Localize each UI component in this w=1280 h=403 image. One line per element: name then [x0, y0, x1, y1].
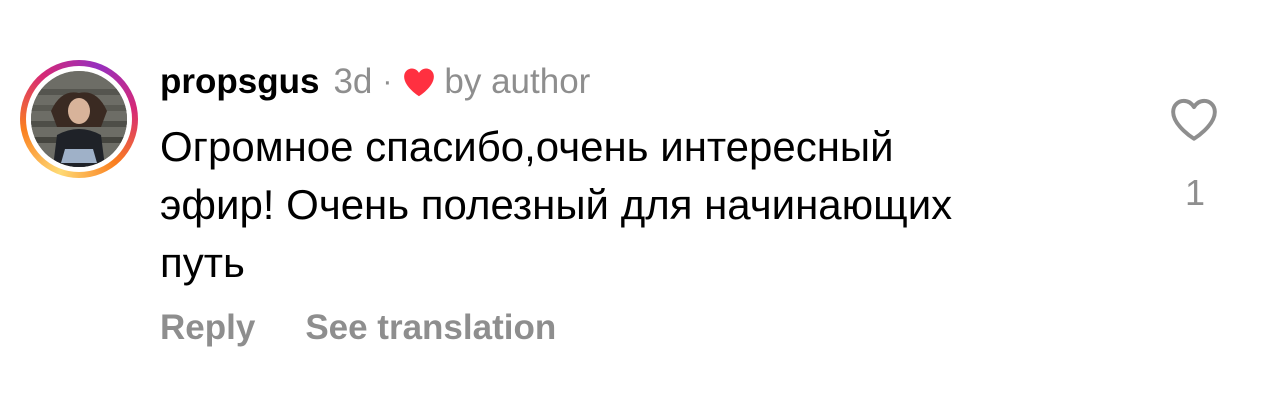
- comment-header: propsgus 3d · by author: [160, 58, 590, 106]
- reply-button[interactable]: Reply: [160, 308, 255, 348]
- separator-dot: ·: [382, 65, 393, 98]
- avatar-photo: [31, 71, 127, 167]
- comment-actions: Reply See translation: [160, 308, 556, 348]
- comment-text: Огромное спасибо,очень интересный эфир! …: [160, 123, 953, 286]
- like-count[interactable]: 1: [1166, 172, 1224, 214]
- avatar-story-ring[interactable]: [20, 60, 138, 178]
- avatar-ring-gap: [26, 66, 132, 172]
- filled-heart-icon: [402, 66, 436, 98]
- like-column: 1: [1166, 96, 1226, 226]
- avatar[interactable]: [31, 71, 127, 167]
- see-translation-button[interactable]: See translation: [305, 308, 556, 348]
- heart-outline-icon[interactable]: [1169, 96, 1219, 144]
- liked-by-author-label: by author: [444, 62, 591, 101]
- comment-time: 3d: [333, 62, 373, 101]
- comment: propsgus 3d · by author Огромное спасибо…: [0, 0, 1280, 403]
- username[interactable]: propsgus: [160, 62, 319, 102]
